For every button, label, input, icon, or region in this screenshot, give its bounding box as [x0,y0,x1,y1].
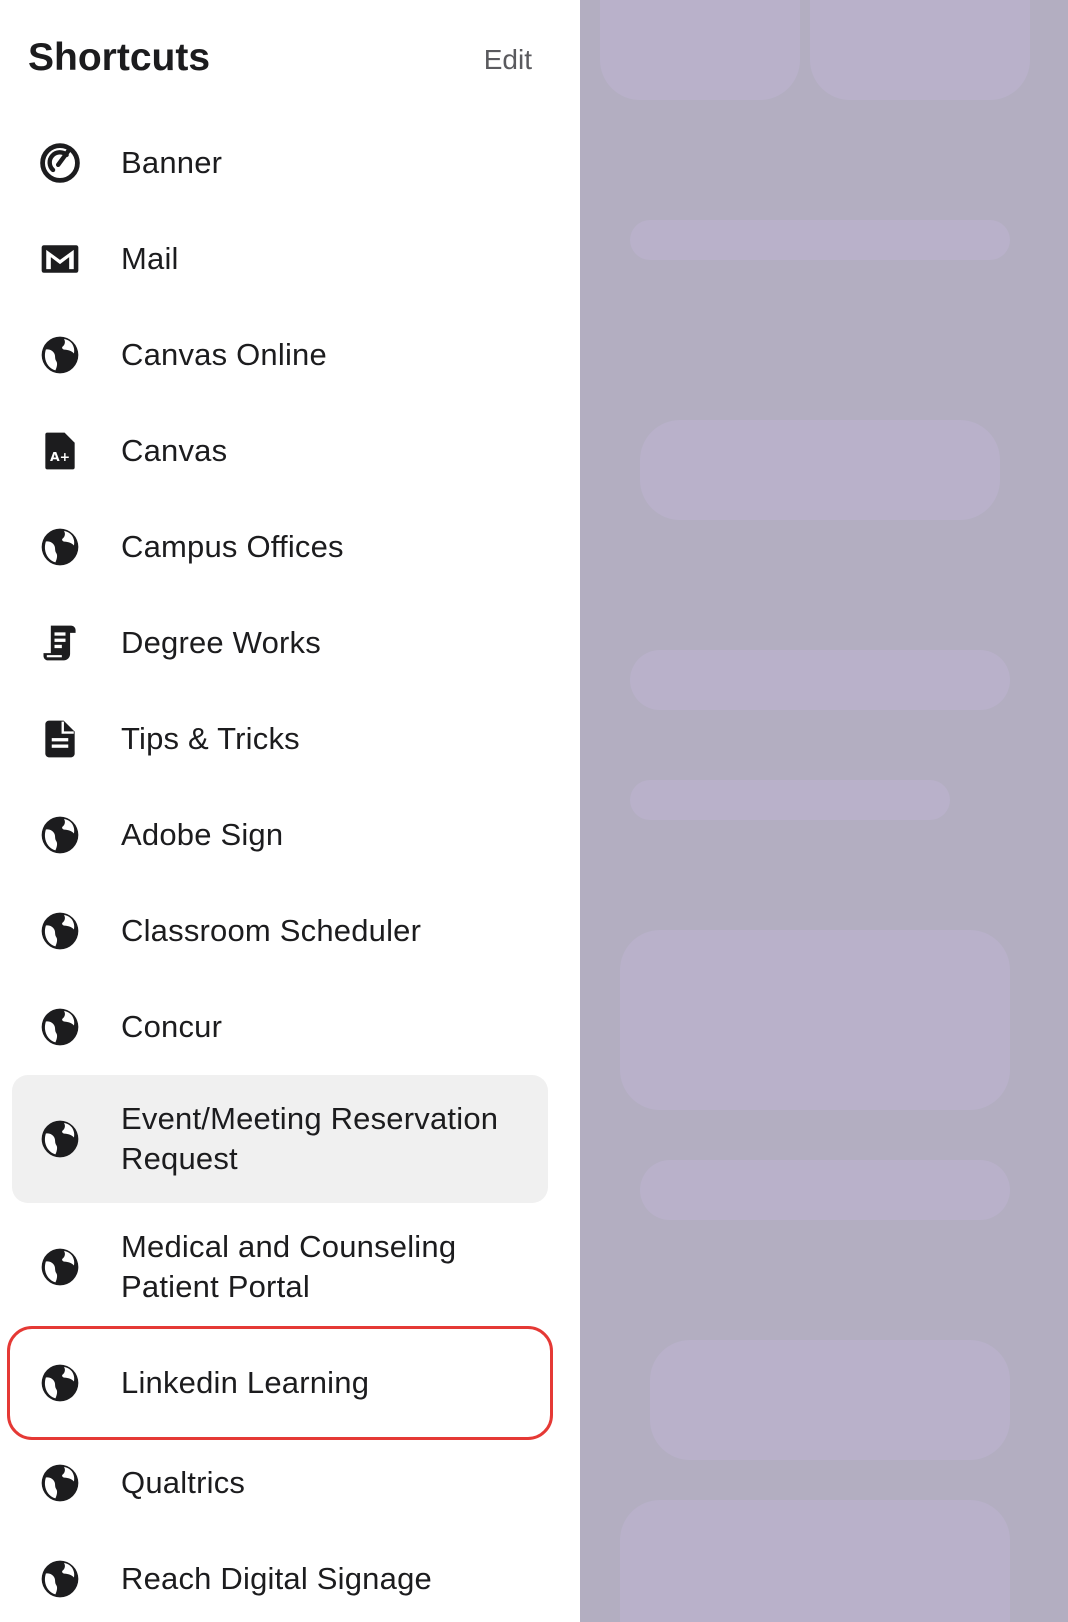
screen: Shortcuts Edit Banner Mail Canvas Online… [0,0,1068,1622]
globe-icon [38,333,82,377]
grade-document-icon: A+ [38,429,82,473]
scrim-shape [630,220,1010,260]
document-icon [38,717,82,761]
drawer-title: Shortcuts [28,36,211,79]
shortcut-list: Banner Mail Canvas Online A+ Canvas Camp… [0,115,580,1622]
shortcut-label: Canvas Online [121,337,327,372]
scrim-shape [600,0,800,100]
shortcut-mail[interactable]: Mail [12,211,548,307]
banner-icon [38,141,82,185]
globe-icon [38,525,82,569]
shortcut-event-meeting-reservation[interactable]: Event/Meeting Reservation Request [12,1075,548,1203]
background-scrim[interactable] [580,0,1068,1622]
globe-icon [38,1557,82,1601]
shortcut-label: Reach Digital Signage [121,1561,432,1596]
shortcut-canvas-online[interactable]: Canvas Online [12,307,548,403]
globe-icon [38,813,82,857]
shortcut-canvas[interactable]: A+ Canvas [12,403,548,499]
shortcut-label: Medical and Counseling Patient Portal [121,1229,457,1304]
shortcut-concur[interactable]: Concur [12,979,548,1075]
shortcut-linkedin-learning[interactable]: Linkedin Learning [7,1326,553,1440]
shortcut-label: Adobe Sign [121,817,284,852]
scrim-shape [640,420,1000,520]
shortcut-qualtrics[interactable]: Qualtrics [12,1435,548,1531]
globe-icon [38,1005,82,1049]
shortcut-campus-offices[interactable]: Campus Offices [12,499,548,595]
edit-button[interactable]: Edit [484,44,532,76]
globe-icon [38,1461,82,1505]
shortcut-label: Event/Meeting Reservation Request [121,1101,499,1176]
shortcut-label: Banner [121,145,223,180]
scrim-shape [630,650,1010,710]
scrim-shape [630,780,950,820]
shortcut-reach-digital-signage[interactable]: Reach Digital Signage [12,1531,548,1622]
shortcut-label: Classroom Scheduler [121,913,422,948]
shortcut-banner[interactable]: Banner [12,115,548,211]
scroll-icon [38,621,82,665]
shortcut-label: Tips & Tricks [121,721,300,756]
drawer-header: Shortcuts Edit [0,0,580,120]
shortcut-label: Mail [121,241,179,276]
scrim-shape [620,1500,1010,1622]
shortcut-degree-works[interactable]: Degree Works [12,595,548,691]
scrim-shape [810,0,1030,100]
shortcut-label: Degree Works [121,625,321,660]
globe-icon [38,909,82,953]
shortcut-label: Concur [121,1009,223,1044]
shortcut-classroom-scheduler[interactable]: Classroom Scheduler [12,883,548,979]
shortcut-label: Linkedin Learning [121,1365,370,1400]
svg-text:A+: A+ [50,449,70,464]
shortcut-adobe-sign[interactable]: Adobe Sign [12,787,548,883]
scrim-shape [620,930,1010,1110]
mail-icon [38,237,82,281]
shortcut-label: Qualtrics [121,1465,246,1500]
shortcut-medical-counseling-portal[interactable]: Medical and Counseling Patient Portal [12,1203,548,1331]
scrim-shape [650,1340,1010,1460]
shortcut-label: Canvas [121,433,228,468]
shortcuts-drawer: Shortcuts Edit Banner Mail Canvas Online… [0,0,580,1622]
globe-icon [38,1361,82,1405]
scrim-shape [640,1160,1010,1220]
globe-icon [38,1117,82,1161]
shortcut-label: Campus Offices [121,529,344,564]
shortcut-tips-tricks[interactable]: Tips & Tricks [12,691,548,787]
globe-icon [38,1245,82,1289]
